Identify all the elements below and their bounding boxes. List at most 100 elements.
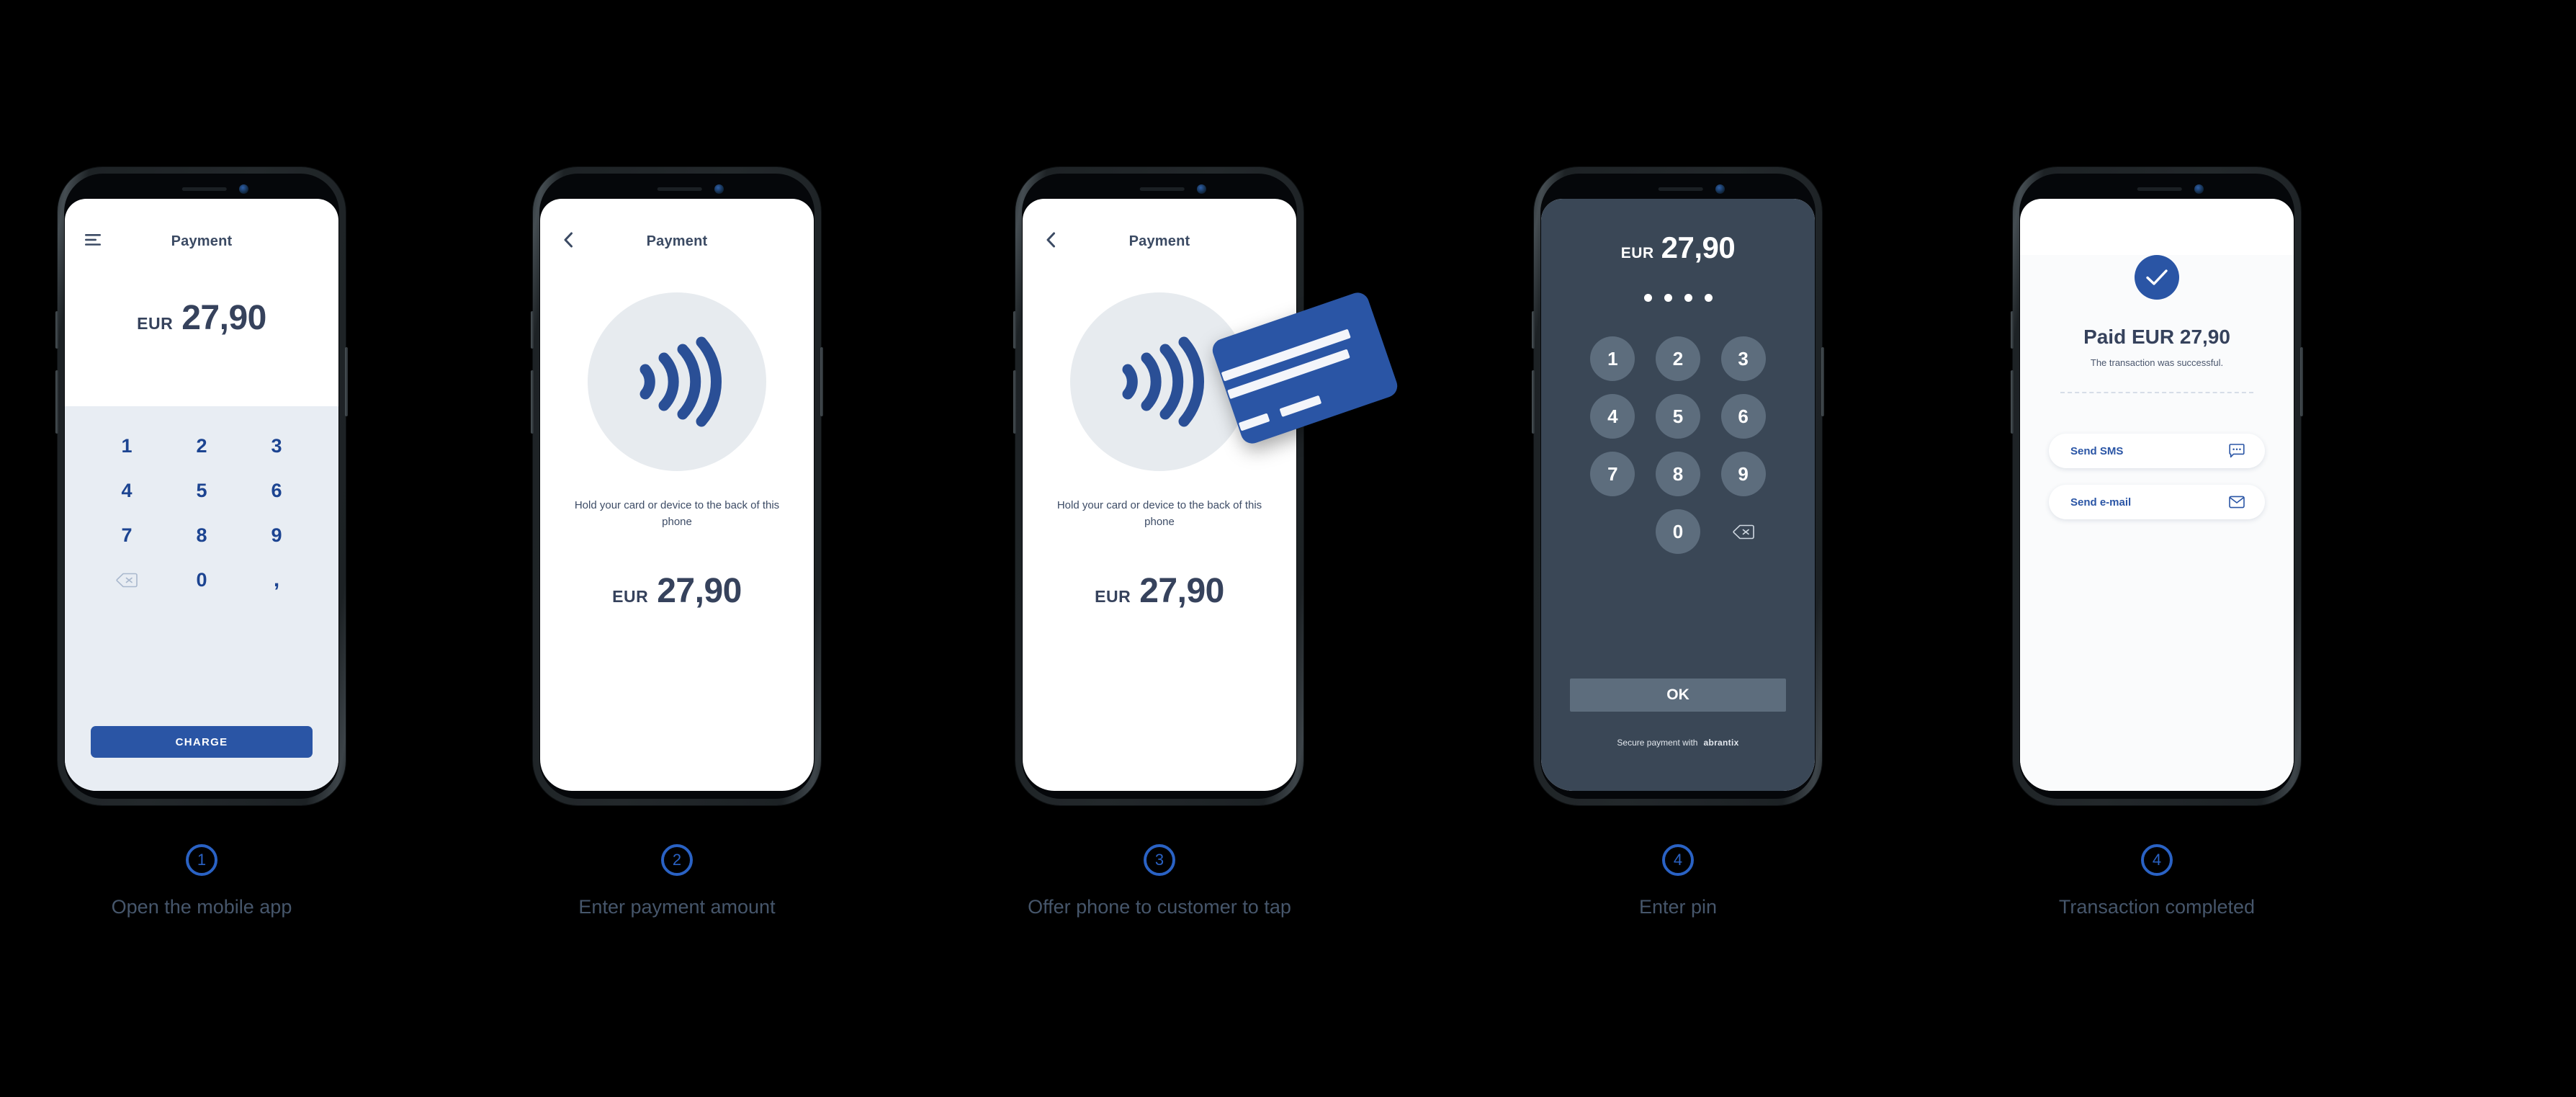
pin-key-4[interactable]: 4 [1590,394,1635,439]
backspace-icon[interactable] [1721,509,1766,554]
amount-display-4: EUR 27,90 [1541,199,1815,265]
send-sms-button[interactable]: Send SMS [2049,434,2265,468]
pin-key-7[interactable]: 7 [1590,452,1635,496]
amount-value: 27,90 [657,571,742,610]
checkmark-icon [2135,255,2179,300]
screen-transaction-success: Paid EUR 27,90 The transaction was succe… [2020,199,2294,791]
phone-volume-up-button[interactable] [1013,311,1016,349]
pin-dot [1643,294,1652,302]
currency-label: EUR [1620,245,1654,261]
phone-power-button[interactable] [345,347,348,416]
key-3[interactable]: 3 [239,426,314,465]
phone-volume-up-button[interactable] [2011,311,2014,349]
backspace-icon[interactable] [89,560,164,599]
pin-key-0[interactable]: 0 [1655,509,1700,554]
step-caption-2: 2 Enter payment amount [475,844,879,921]
envelope-icon [2229,496,2245,509]
send-email-button[interactable]: Send e-mail [2049,485,2265,519]
success-actions: Send SMS Send e-mail [2020,434,2294,519]
earpiece-speaker [1658,187,1703,191]
pin-key-3[interactable]: 3 [1720,336,1766,381]
pin-key-9[interactable]: 9 [1720,452,1766,496]
phone-volume-down-button[interactable] [55,370,58,434]
phone-volume-up-button[interactable] [531,311,534,349]
nfc-hint-text: Hold your card or device to the back of … [1056,499,1262,529]
phone-volume-down-button[interactable] [2011,370,2014,434]
step-column-2: Payment Hold your card or device to the … [475,0,879,1097]
earpiece-speaker [1139,187,1185,191]
pin-key-empty-slot [1590,509,1635,554]
screen-payment-keypad: Payment EUR 27,90 1 2 3 4 5 6 7 8 9 0 , … [65,199,338,791]
step-number-badge: 3 [1144,844,1175,876]
key-1[interactable]: 1 [89,426,164,465]
pin-dots [1541,294,1815,302]
page-title: Payment [646,233,708,249]
contactless-nfc-icon [1070,292,1249,471]
step-column-3: Payment Hold your card or device to the … [958,0,1401,1097]
step-number-badge: 4 [2141,844,2173,876]
key-8[interactable]: 8 [164,516,239,555]
key-comma[interactable]: , [239,560,314,609]
phone-bezel-2: Payment Hold your card or device to the … [539,174,814,799]
key-9[interactable]: 9 [239,516,314,555]
app-header-2: Payment [540,199,814,262]
amount-value: 27,90 [181,299,266,337]
earpiece-speaker [2137,187,2182,191]
phone-volume-up-button[interactable] [55,311,58,349]
page-title: Payment [171,233,233,249]
charge-button[interactable]: CHARGE [91,726,313,758]
step-label: Transaction completed [2058,896,2256,918]
contactless-nfc-icon [588,292,766,471]
front-camera [1715,184,1725,194]
screen-nfc-tap-with-card: Payment Hold your card or device to the … [1023,199,1296,791]
phone-volume-up-button[interactable] [1532,311,1535,349]
brand-logo-text: abrantix [1703,738,1739,748]
pin-key-8[interactable]: 8 [1655,452,1700,496]
success-container: Paid EUR 27,90 The transaction was succe… [2020,255,2294,791]
phone-mockup-1: Payment EUR 27,90 1 2 3 4 5 6 7 8 9 0 , … [55,167,348,805]
pin-key-5[interactable]: 5 [1655,394,1700,439]
pin-keypad-grid: 1 2 3 4 5 6 7 8 9 0 [1541,336,1815,554]
step-number-badge: 1 [186,844,217,876]
amount-value: 27,90 [1661,230,1736,264]
pin-dot [1664,294,1672,302]
step-caption-1: 1 Open the mobile app [0,844,403,921]
phone-bezel-4: EUR 27,90 1 2 3 4 5 6 7 8 9 0 OK Secure … [1540,174,1816,799]
key-7[interactable]: 7 [89,516,164,555]
front-camera [239,184,248,194]
ok-button[interactable]: OK [1570,679,1786,712]
step-label: Enter pin [1638,896,1718,918]
keypad-grid: 1 2 3 4 5 6 7 8 9 0 , [65,406,338,609]
app-header-3: Payment [1023,199,1296,262]
earpiece-speaker [181,187,227,191]
step-caption-3: 3 Offer phone to customer to tap [958,844,1361,921]
numeric-keypad: 1 2 3 4 5 6 7 8 9 0 , CHARGE [65,406,338,791]
key-4[interactable]: 4 [89,471,164,510]
phone-power-button[interactable] [2300,347,2303,416]
pin-key-1[interactable]: 1 [1590,336,1635,381]
send-sms-label: Send SMS [2070,444,2124,457]
key-2[interactable]: 2 [164,426,239,465]
phone-mockup-4: EUR 27,90 1 2 3 4 5 6 7 8 9 0 OK Secure … [1532,167,1824,805]
step-label: Enter payment amount [578,896,776,918]
divider [2060,392,2253,393]
key-6[interactable]: 6 [239,471,314,510]
phone-volume-down-button[interactable] [1013,370,1016,434]
step-number-badge: 4 [1662,844,1694,876]
key-0[interactable]: 0 [164,560,239,599]
phone-power-button[interactable] [1821,347,1824,416]
pin-key-2[interactable]: 2 [1655,336,1700,381]
page-title: Payment [1128,233,1190,249]
phone-power-button[interactable] [820,347,823,416]
pin-dot [1704,294,1713,302]
key-5[interactable]: 5 [164,471,239,510]
pin-key-6[interactable]: 6 [1720,394,1766,439]
step-label: Offer phone to customer to tap [1028,896,1291,918]
phone-volume-down-button[interactable] [531,370,534,434]
front-camera [714,184,724,194]
phone-bezel-3: Payment Hold your card or device to the … [1022,174,1297,799]
step-column-4: EUR 27,90 1 2 3 4 5 6 7 8 9 0 OK Secure … [1476,0,1880,1097]
phone-volume-down-button[interactable] [1532,370,1535,434]
flow-diagram: Payment EUR 27,90 1 2 3 4 5 6 7 8 9 0 , … [0,0,2576,1097]
pin-pad-container: EUR 27,90 1 2 3 4 5 6 7 8 9 0 OK Secure … [1541,199,1815,791]
